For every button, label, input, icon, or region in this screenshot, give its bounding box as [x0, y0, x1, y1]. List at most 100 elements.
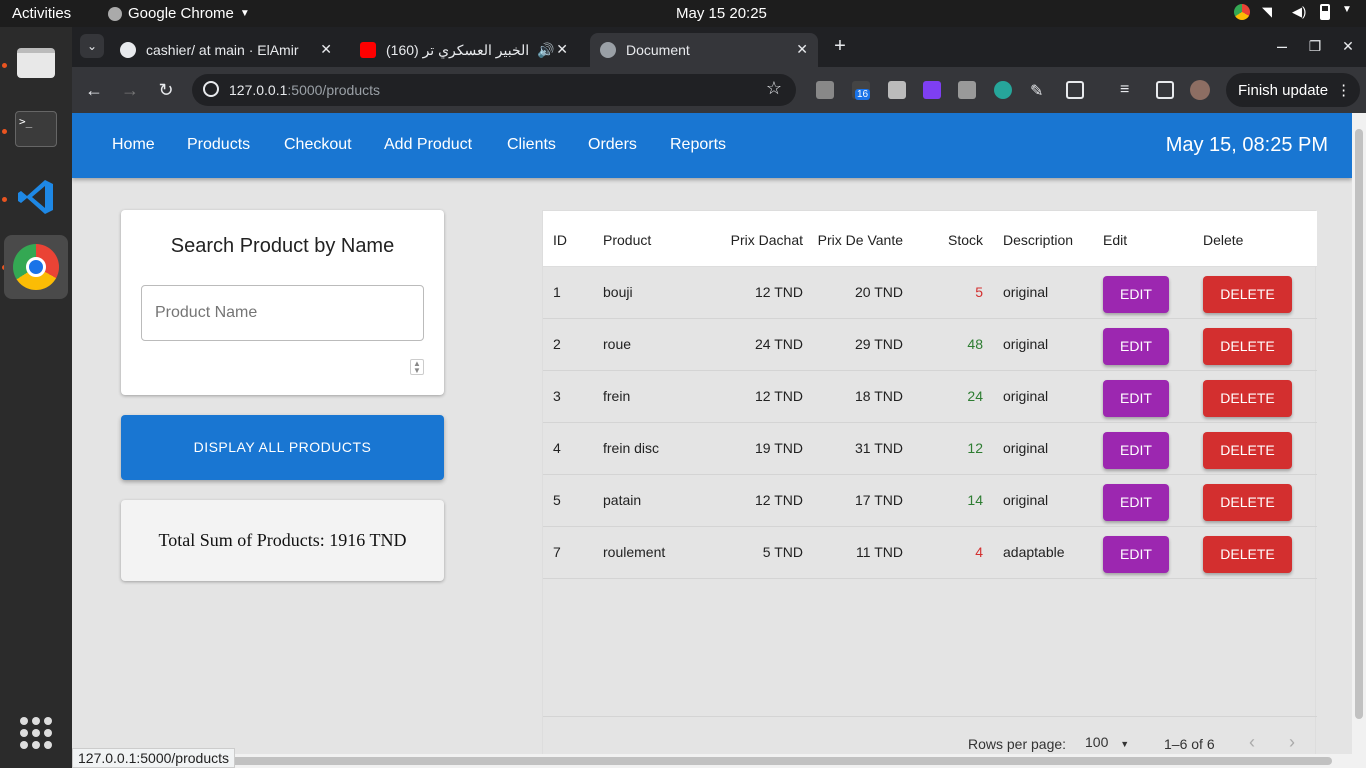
edit-button[interactable]: EDIT — [1103, 380, 1169, 417]
tab-github[interactable]: cashier/ at main · ElAmir ✕ — [110, 33, 342, 67]
table-row: 4 frein disc 19 TND 31 TND 12 original EDIT DEL… — [543, 423, 1317, 475]
delete-button[interactable]: DELETE — [1203, 380, 1292, 417]
close-window-icon[interactable]: ✕ — [1336, 34, 1360, 58]
header-delete: Delete — [1203, 232, 1244, 248]
nav-add-product[interactable]: Add Product — [384, 136, 472, 154]
terminal-icon[interactable]: >_ — [4, 97, 68, 161]
maximize-icon[interactable]: ❐ — [1303, 34, 1327, 58]
tab-strip: ⌄ cashier/ at main · ElAmir ✕ (160) الخب… — [72, 27, 1366, 67]
cell-prix-dachat: 12 TND — [755, 492, 803, 508]
horizontal-scrollbar[interactable] — [72, 754, 1352, 768]
rows-per-page-value: 100 — [1085, 734, 1109, 750]
finish-update-button[interactable]: Finish update ⋮ — [1226, 73, 1360, 107]
table-row: 5 patain 12 TND 17 TND 14 original EDIT DELETE — [543, 475, 1317, 527]
cell-id: 3 — [553, 388, 561, 404]
product-name-input[interactable] — [141, 285, 424, 341]
header-prix-dachat[interactable]: Prix Dachat — [713, 232, 803, 248]
cell-prix-dachat: 12 TND — [755, 284, 803, 300]
delete-button[interactable]: DELETE — [1203, 328, 1292, 365]
close-tab-icon[interactable]: ✕ — [796, 41, 808, 58]
nav-clients[interactable]: Clients — [507, 136, 556, 154]
extension-icon[interactable] — [958, 81, 976, 99]
vertical-scrollbar[interactable] — [1352, 113, 1366, 768]
vscode-icon[interactable] — [4, 165, 68, 229]
tab-youtube[interactable]: (160) الخبير العسكري تر 🔊 ✕ — [350, 33, 578, 67]
extensions-puzzle-icon[interactable] — [1066, 81, 1084, 99]
audio-playing-icon[interactable]: 🔊 — [537, 42, 554, 59]
header-id[interactable]: ID — [553, 232, 567, 248]
back-icon[interactable]: ← — [82, 78, 106, 102]
cell-description: original — [1003, 284, 1049, 300]
extension-icon[interactable] — [994, 81, 1012, 99]
table-row: 2 roue 24 TND 29 TND 48 original EDIT DELETE — [543, 319, 1317, 371]
app-menu[interactable]: Google Chrome ▼ — [108, 5, 250, 22]
current-date: May 15, 08:25 PM — [1165, 134, 1328, 156]
minimize-icon[interactable]: – — [1270, 34, 1294, 58]
nav-checkout[interactable]: Checkout — [284, 136, 352, 154]
chrome-tray-icon — [1234, 4, 1250, 20]
display-all-products-button[interactable]: DISPLAY ALL PRODUCTS — [121, 415, 444, 480]
number-spinner-icon[interactable]: ▲ ▼ — [410, 359, 424, 375]
cell-product: frein disc — [603, 440, 660, 456]
url-host: 127.0.0.1 — [229, 82, 288, 98]
previous-page-icon[interactable]: ‹ — [1249, 732, 1255, 753]
files-icon[interactable] — [4, 31, 68, 95]
tab-search-icon[interactable]: ⌄ — [80, 34, 104, 58]
avatar[interactable] — [1190, 80, 1210, 100]
edit-button[interactable]: EDIT — [1103, 276, 1169, 313]
show-apps-icon[interactable] — [20, 717, 52, 749]
edit-button[interactable]: EDIT — [1103, 536, 1169, 573]
tab-label: Document — [626, 42, 690, 58]
close-tab-icon[interactable]: ✕ — [320, 41, 332, 58]
tab-document[interactable]: Document ✕ — [590, 33, 818, 67]
next-page-icon[interactable]: › — [1289, 732, 1295, 753]
media-controls-icon[interactable]: ≡ — [1120, 81, 1138, 99]
header-description[interactable]: Description — [1003, 232, 1073, 248]
forward-icon[interactable]: → — [118, 78, 142, 102]
chrome-icon[interactable] — [4, 235, 68, 299]
nav-home[interactable]: Home — [112, 136, 155, 154]
side-panel-icon[interactable] — [1156, 81, 1174, 99]
color-picker-icon[interactable]: ✎ — [1030, 81, 1048, 100]
table-row: 7 roulement 5 TND 11 TND 4 adaptable EDIT DELET… — [543, 527, 1317, 579]
github-icon — [120, 42, 136, 58]
reload-icon[interactable]: ↻ — [154, 78, 178, 102]
cell-prix-dachat: 12 TND — [755, 388, 803, 404]
edit-button[interactable]: EDIT — [1103, 484, 1169, 521]
header-stock[interactable]: Stock — [923, 232, 983, 248]
extension-badge-icon[interactable]: 16 — [852, 81, 871, 100]
extension-icon[interactable] — [816, 81, 834, 99]
wifi-icon: ◥ — [1262, 4, 1272, 19]
nav-orders[interactable]: Orders — [588, 136, 637, 154]
extension-icon[interactable] — [888, 81, 906, 99]
activities-button[interactable]: Activities — [12, 5, 71, 22]
clock[interactable]: May 15 20:25 — [676, 5, 767, 22]
nav-products[interactable]: Products — [187, 136, 250, 154]
vue-devtools-icon[interactable] — [923, 81, 941, 99]
scrollbar-thumb[interactable] — [88, 757, 1332, 765]
edit-button[interactable]: EDIT — [1103, 432, 1169, 469]
cell-prix-de-vante: 20 TND — [855, 284, 903, 300]
bookmark-star-icon[interactable]: ☆ — [766, 78, 782, 99]
scrollbar-thumb[interactable] — [1355, 129, 1363, 719]
cell-description: original — [1003, 388, 1049, 404]
close-tab-icon[interactable]: ✕ — [556, 41, 568, 58]
cell-prix-de-vante: 18 TND — [855, 388, 903, 404]
nav-reports[interactable]: Reports — [670, 136, 726, 154]
delete-button[interactable]: DELETE — [1203, 276, 1292, 313]
rows-per-page-select[interactable]: 100 ▼ — [1085, 734, 1129, 750]
header-product[interactable]: Product — [603, 232, 651, 248]
system-tray[interactable]: ◥ ◀) ▼ — [1234, 4, 1352, 20]
cell-prix-de-vante: 11 TND — [856, 544, 903, 560]
cell-prix-dachat: 24 TND — [755, 336, 803, 352]
delete-button[interactable]: DELETE — [1203, 484, 1292, 521]
site-info-icon[interactable] — [203, 81, 219, 97]
new-tab-icon[interactable]: + — [828, 34, 852, 58]
edit-button[interactable]: EDIT — [1103, 328, 1169, 365]
header-prix-de-vante[interactable]: Prix De Vante — [803, 232, 903, 248]
app-name: Google Chrome — [128, 5, 234, 22]
cell-stock: 5 — [975, 284, 983, 300]
delete-button[interactable]: DELETE — [1203, 536, 1292, 573]
address-bar[interactable]: 127.0.0.1:5000/products ☆ — [192, 74, 796, 106]
delete-button[interactable]: DELETE — [1203, 432, 1292, 469]
